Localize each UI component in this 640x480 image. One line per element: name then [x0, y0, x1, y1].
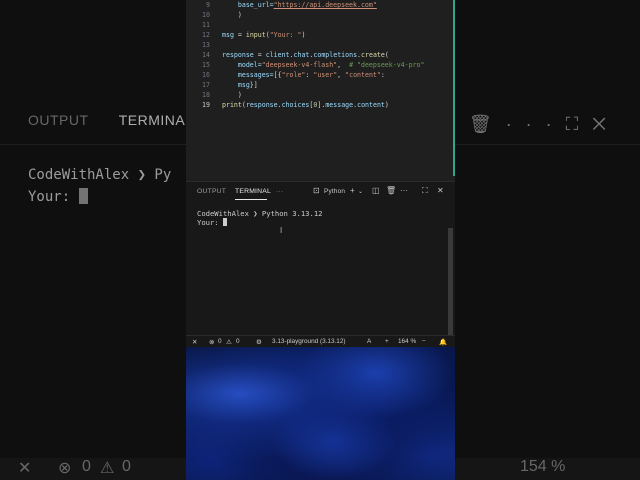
vscode-window: 9 base_url="https://api.deepseek.com" 10 … [186, 0, 455, 480]
code-token: : [380, 71, 385, 79]
font-size-icon[interactable]: A [367, 338, 371, 345]
code-token: "Your: " [269, 31, 302, 39]
code-token: msg [222, 31, 234, 39]
code-text: base_url="https://api.deepseek.com" [222, 0, 377, 10]
terminal-input-line: Your: [197, 218, 323, 227]
line-number: 12 [202, 31, 210, 39]
code-token: client [265, 51, 290, 59]
code-token: "role" [281, 71, 306, 79]
close-panel-icon[interactable]: ✕ [437, 186, 444, 195]
code-token: "https://api.deepseek.com" [273, 1, 377, 9]
split-terminal-icon[interactable]: ◫ [372, 186, 380, 195]
code-token: # "deepseek-v4-pro" [349, 61, 425, 69]
code-token: ( [384, 51, 389, 59]
code-token: ) [301, 31, 306, 39]
terminal-output[interactable]: CodeWithAlex ❯ Python 3.13.12 Your: [197, 209, 323, 227]
warning-count[interactable]: 0 [236, 338, 240, 345]
line-number: 9 [206, 1, 210, 9]
text-cursor-icon: I [280, 226, 283, 235]
line-number: 18 [202, 91, 210, 99]
line-number: 13 [202, 41, 210, 49]
code-token: "deepseek-v4-flash" [261, 61, 338, 69]
code-token: , [337, 71, 346, 79]
line-number: 11 [202, 21, 210, 29]
code-token: input [245, 31, 266, 39]
error-count[interactable]: 0 [218, 338, 222, 345]
nebula-background [186, 347, 455, 480]
code-token: "user" [313, 71, 338, 79]
code-token: choices [281, 101, 310, 109]
code-token: "content" [345, 71, 381, 79]
code-token: = [253, 51, 266, 59]
editor-accent-border [453, 0, 455, 176]
warning-icon[interactable]: ⚠ [226, 338, 232, 346]
terminal-shell-name[interactable]: Python [324, 188, 345, 195]
code-token: content [357, 101, 385, 109]
code-token: base_url= [222, 1, 274, 9]
maximize-panel-icon[interactable]: ⛶ [422, 186, 428, 196]
tab-output[interactable]: OUTPUT [197, 188, 226, 195]
zoom-level[interactable]: 164 % [398, 338, 416, 345]
code-text: msg = input("Your: ") [222, 30, 305, 40]
code-token: completions [313, 51, 358, 59]
line-number: 15 [202, 61, 210, 69]
active-tab-indicator [235, 199, 267, 200]
code-token: response [222, 51, 254, 59]
interpreter-icon: ⚙ [256, 339, 262, 346]
chevron-down-icon[interactable]: ⌄ [358, 188, 363, 195]
code-text: ) [222, 90, 242, 100]
terminal-input-prompt: Your: [197, 218, 223, 227]
terminal-cursor [222, 218, 227, 226]
code-token: messages= [222, 71, 274, 79]
line-number: 17 [202, 81, 210, 89]
terminal-scrollbar[interactable] [448, 228, 453, 336]
code-token: = [233, 31, 246, 39]
code-token: message [325, 101, 354, 109]
code-text: response = client.chat.completions.creat… [222, 50, 389, 60]
terminal-shell-icon: ⊡ [313, 186, 320, 195]
code-token: model= [222, 61, 262, 69]
code-token: }] [249, 81, 258, 89]
python-interpreter[interactable]: 3.13-playground (3.13.12) [272, 338, 346, 345]
error-icon[interactable]: ⊗ [209, 338, 214, 346]
bell-icon[interactable]: 🔔 [439, 338, 447, 346]
code-editor[interactable]: 9 base_url="https://api.deepseek.com" 10 … [186, 0, 455, 176]
line-number: 10 [202, 11, 210, 19]
code-token: msg [222, 81, 250, 89]
code-token: create [361, 51, 385, 59]
code-token: [{ [273, 71, 282, 79]
terminal-panel: OUTPUT TERMINAL ··· ⊡ Python + ⌄ ◫ 🗑 ···… [186, 181, 455, 336]
code-token: ) [384, 101, 389, 109]
zoom-out-icon[interactable]: − [422, 338, 426, 345]
code-token: , [337, 61, 350, 69]
tab-terminal[interactable]: TERMINAL [235, 188, 271, 195]
line-number: 16 [202, 71, 210, 79]
code-token: ) [222, 11, 242, 19]
tab-more[interactable]: ··· [276, 188, 283, 195]
code-text: ) [222, 10, 242, 20]
code-text: model="deepseek-v4-flash", # "deepseek-v… [222, 60, 425, 70]
remote-icon[interactable]: ✕ [192, 338, 197, 346]
panel-tabs: OUTPUT TERMINAL ··· ⊡ Python + ⌄ ◫ 🗑 ···… [186, 182, 455, 202]
new-terminal-icon[interactable]: + [350, 186, 355, 195]
trash-icon[interactable]: 🗑 [386, 186, 396, 195]
line-number: 19 [202, 101, 210, 109]
zoom-in-icon[interactable]: + [385, 338, 389, 345]
terminal-prompt-line: CodeWithAlex ❯ Python 3.13.12 [197, 209, 323, 218]
code-text: messages=[{"role": "user", "content": [222, 70, 385, 80]
code-text: print(response.choices[0].message.conten… [222, 100, 389, 110]
code-token: response [245, 101, 278, 109]
code-token: chat [293, 51, 310, 59]
line-number: 14 [202, 51, 210, 59]
code-token: ) [222, 91, 242, 99]
code-text: msg}] [222, 80, 258, 90]
more-actions-icon[interactable]: ··· [400, 186, 408, 195]
code-token: print [222, 101, 242, 109]
